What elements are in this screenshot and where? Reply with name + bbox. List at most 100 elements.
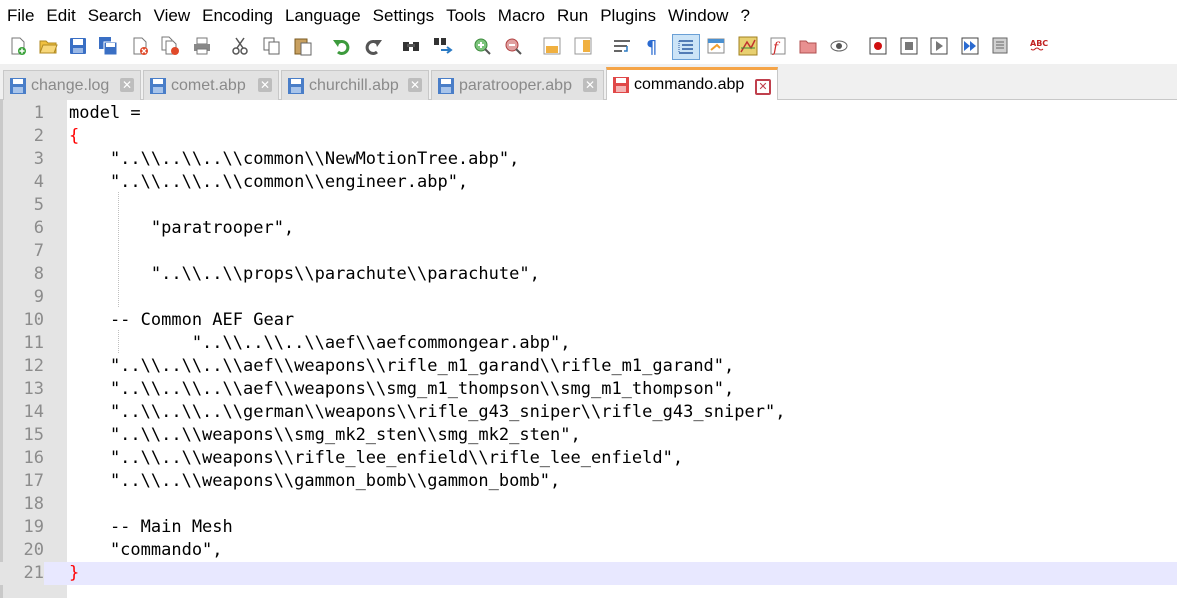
- editor-pane[interactable]: 1 model = 2{ 3 "..\\..\\..\\common\\NewMo…: [0, 100, 1177, 598]
- line-number: 21: [0, 562, 44, 585]
- code-line[interactable]: 9: [0, 286, 1177, 309]
- code-text: "..\\..\\..\\aef\\aefcommongear.abp",: [69, 333, 571, 353]
- line-number: 3: [33, 149, 44, 169]
- menu-language[interactable]: Language: [279, 0, 367, 32]
- tab-churchill-abp[interactable]: churchill.abp ✕: [281, 70, 429, 100]
- code-text: "commando",: [69, 540, 223, 560]
- tab-change-log[interactable]: change.log ✕: [3, 70, 141, 100]
- monitoring-icon[interactable]: [828, 35, 850, 57]
- menu-settings[interactable]: Settings: [367, 0, 440, 32]
- line-number: 1: [33, 103, 44, 123]
- tab-comet-abp[interactable]: comet.abp ✕: [143, 70, 279, 100]
- code-line[interactable]: 3 "..\\..\\..\\common\\NewMotionTree.abp…: [0, 148, 1177, 171]
- code-line[interactable]: 15 "..\\..\\weapons\\smg_mk2_sten\\smg_m…: [0, 424, 1177, 447]
- save-macro-icon[interactable]: [990, 35, 1012, 57]
- code-line[interactable]: 18: [0, 493, 1177, 516]
- copy-icon[interactable]: [261, 35, 283, 57]
- run-macro-multiple-icon[interactable]: [959, 35, 981, 57]
- folder-workspace-icon[interactable]: [797, 35, 819, 57]
- paste-icon[interactable]: [292, 35, 314, 57]
- code-line[interactable]: 8 "..\\..\\props\\parachute\\parachute",: [0, 263, 1177, 286]
- saved-disk-icon: [10, 77, 26, 94]
- zoom-in-icon[interactable]: [471, 35, 493, 57]
- line-number: 7: [33, 241, 44, 261]
- code-line[interactable]: 19 -- Main Mesh: [0, 516, 1177, 539]
- code-text: "..\\..\\props\\parachute\\parachute",: [69, 264, 540, 284]
- undo-icon[interactable]: [331, 35, 353, 57]
- sync-vertical-icon[interactable]: [541, 35, 563, 57]
- find-icon[interactable]: [400, 35, 422, 57]
- language-icon[interactable]: [705, 35, 727, 57]
- code-line[interactable]: 1 model =: [0, 102, 1177, 125]
- code-line[interactable]: 13 "..\\..\\..\\aef\\weapons\\smg_m1_tho…: [0, 378, 1177, 401]
- cut-icon[interactable]: [229, 35, 251, 57]
- word-wrap-icon[interactable]: [611, 35, 633, 57]
- code-line[interactable]: 11 "..\\..\\..\\aef\\aefcommongear.abp",: [0, 332, 1177, 355]
- sync-horizontal-icon[interactable]: [572, 35, 594, 57]
- indent-guide-icon[interactable]: [672, 34, 700, 60]
- save-icon[interactable]: [67, 35, 89, 57]
- close-tab-icon[interactable]: ✕: [120, 78, 134, 92]
- tab-bar: change.log ✕ comet.abp ✕ churchill.abp ✕…: [0, 64, 1177, 100]
- menu-plugins[interactable]: Plugins: [594, 0, 662, 32]
- function-list-icon[interactable]: f: [767, 35, 789, 57]
- close-all-icon[interactable]: [159, 35, 181, 57]
- code-line[interactable]: 4 "..\\..\\..\\common\\engineer.abp",: [0, 171, 1177, 194]
- code-line[interactable]: 17 "..\\..\\weapons\\gammon_bomb\\gammon…: [0, 470, 1177, 493]
- show-all-chars-icon[interactable]: ¶: [641, 35, 663, 57]
- tab-label: comet.abp: [171, 76, 246, 94]
- menu-run[interactable]: Run: [551, 0, 594, 32]
- menu-help[interactable]: ?: [734, 0, 755, 32]
- tab-label: change.log: [31, 76, 110, 94]
- new-file-icon[interactable]: [7, 35, 29, 57]
- code-line[interactable]: 5: [0, 194, 1177, 217]
- code-line[interactable]: 6 "paratrooper",: [0, 217, 1177, 240]
- print-icon[interactable]: [191, 35, 213, 57]
- replace-icon[interactable]: [432, 35, 454, 57]
- line-number: 19: [23, 517, 44, 537]
- menu-search[interactable]: Search: [82, 0, 148, 32]
- close-tab-icon[interactable]: ✕: [408, 78, 422, 92]
- document-map-icon[interactable]: [737, 35, 759, 57]
- line-number: 15: [23, 425, 44, 445]
- save-all-icon[interactable]: [97, 35, 119, 57]
- menu-encoding[interactable]: Encoding: [196, 0, 279, 32]
- record-macro-icon[interactable]: [867, 35, 889, 57]
- zoom-out-icon[interactable]: [502, 35, 524, 57]
- tab-commando-abp[interactable]: commando.abp ✕: [606, 67, 778, 100]
- code-text: "..\\..\\..\\aef\\weapons\\rifle_m1_gara…: [69, 356, 735, 376]
- menu-tools[interactable]: Tools: [440, 0, 492, 32]
- code-text: "paratrooper",: [69, 218, 295, 238]
- code-text: model =: [69, 103, 141, 123]
- spell-check-icon[interactable]: ABC: [1028, 35, 1050, 57]
- stop-record-icon[interactable]: [898, 35, 920, 57]
- close-icon[interactable]: [129, 35, 151, 57]
- line-number: 5: [33, 195, 44, 215]
- menu-view[interactable]: View: [148, 0, 197, 32]
- tab-paratrooper-abp[interactable]: paratrooper.abp ✕: [431, 70, 604, 100]
- code-line[interactable]: 10 -- Common AEF Gear: [0, 309, 1177, 332]
- line-number: 17: [23, 471, 44, 491]
- redo-icon[interactable]: [362, 35, 384, 57]
- code-line[interactable]: 12 "..\\..\\..\\aef\\weapons\\rifle_m1_g…: [0, 355, 1177, 378]
- menu-window[interactable]: Window: [662, 0, 734, 32]
- tab-label: commando.abp: [634, 76, 745, 93]
- menu-macro[interactable]: Macro: [492, 0, 551, 32]
- line-number: 11: [23, 333, 44, 353]
- code-line[interactable]: 20 "commando",: [0, 539, 1177, 562]
- code-line[interactable]: 7: [0, 240, 1177, 263]
- menu-file[interactable]: File: [0, 0, 40, 32]
- menu-edit[interactable]: Edit: [40, 0, 81, 32]
- close-tab-icon[interactable]: ✕: [583, 78, 597, 92]
- play-macro-icon[interactable]: [928, 35, 950, 57]
- code-line[interactable]: 16 "..\\..\\weapons\\rifle_lee_enfield\\…: [0, 447, 1177, 470]
- close-tab-icon[interactable]: ✕: [755, 79, 771, 95]
- open-file-icon[interactable]: [37, 35, 59, 57]
- line-number: 20: [23, 540, 44, 560]
- code-line[interactable]: 14 "..\\..\\..\\german\\weapons\\rifle_g…: [0, 401, 1177, 424]
- code-line[interactable]: 2{: [0, 125, 1177, 148]
- line-number: 2: [33, 126, 44, 146]
- current-code-line[interactable]: 21}: [0, 562, 1177, 585]
- line-number: 6: [33, 218, 44, 238]
- close-tab-icon[interactable]: ✕: [258, 78, 272, 92]
